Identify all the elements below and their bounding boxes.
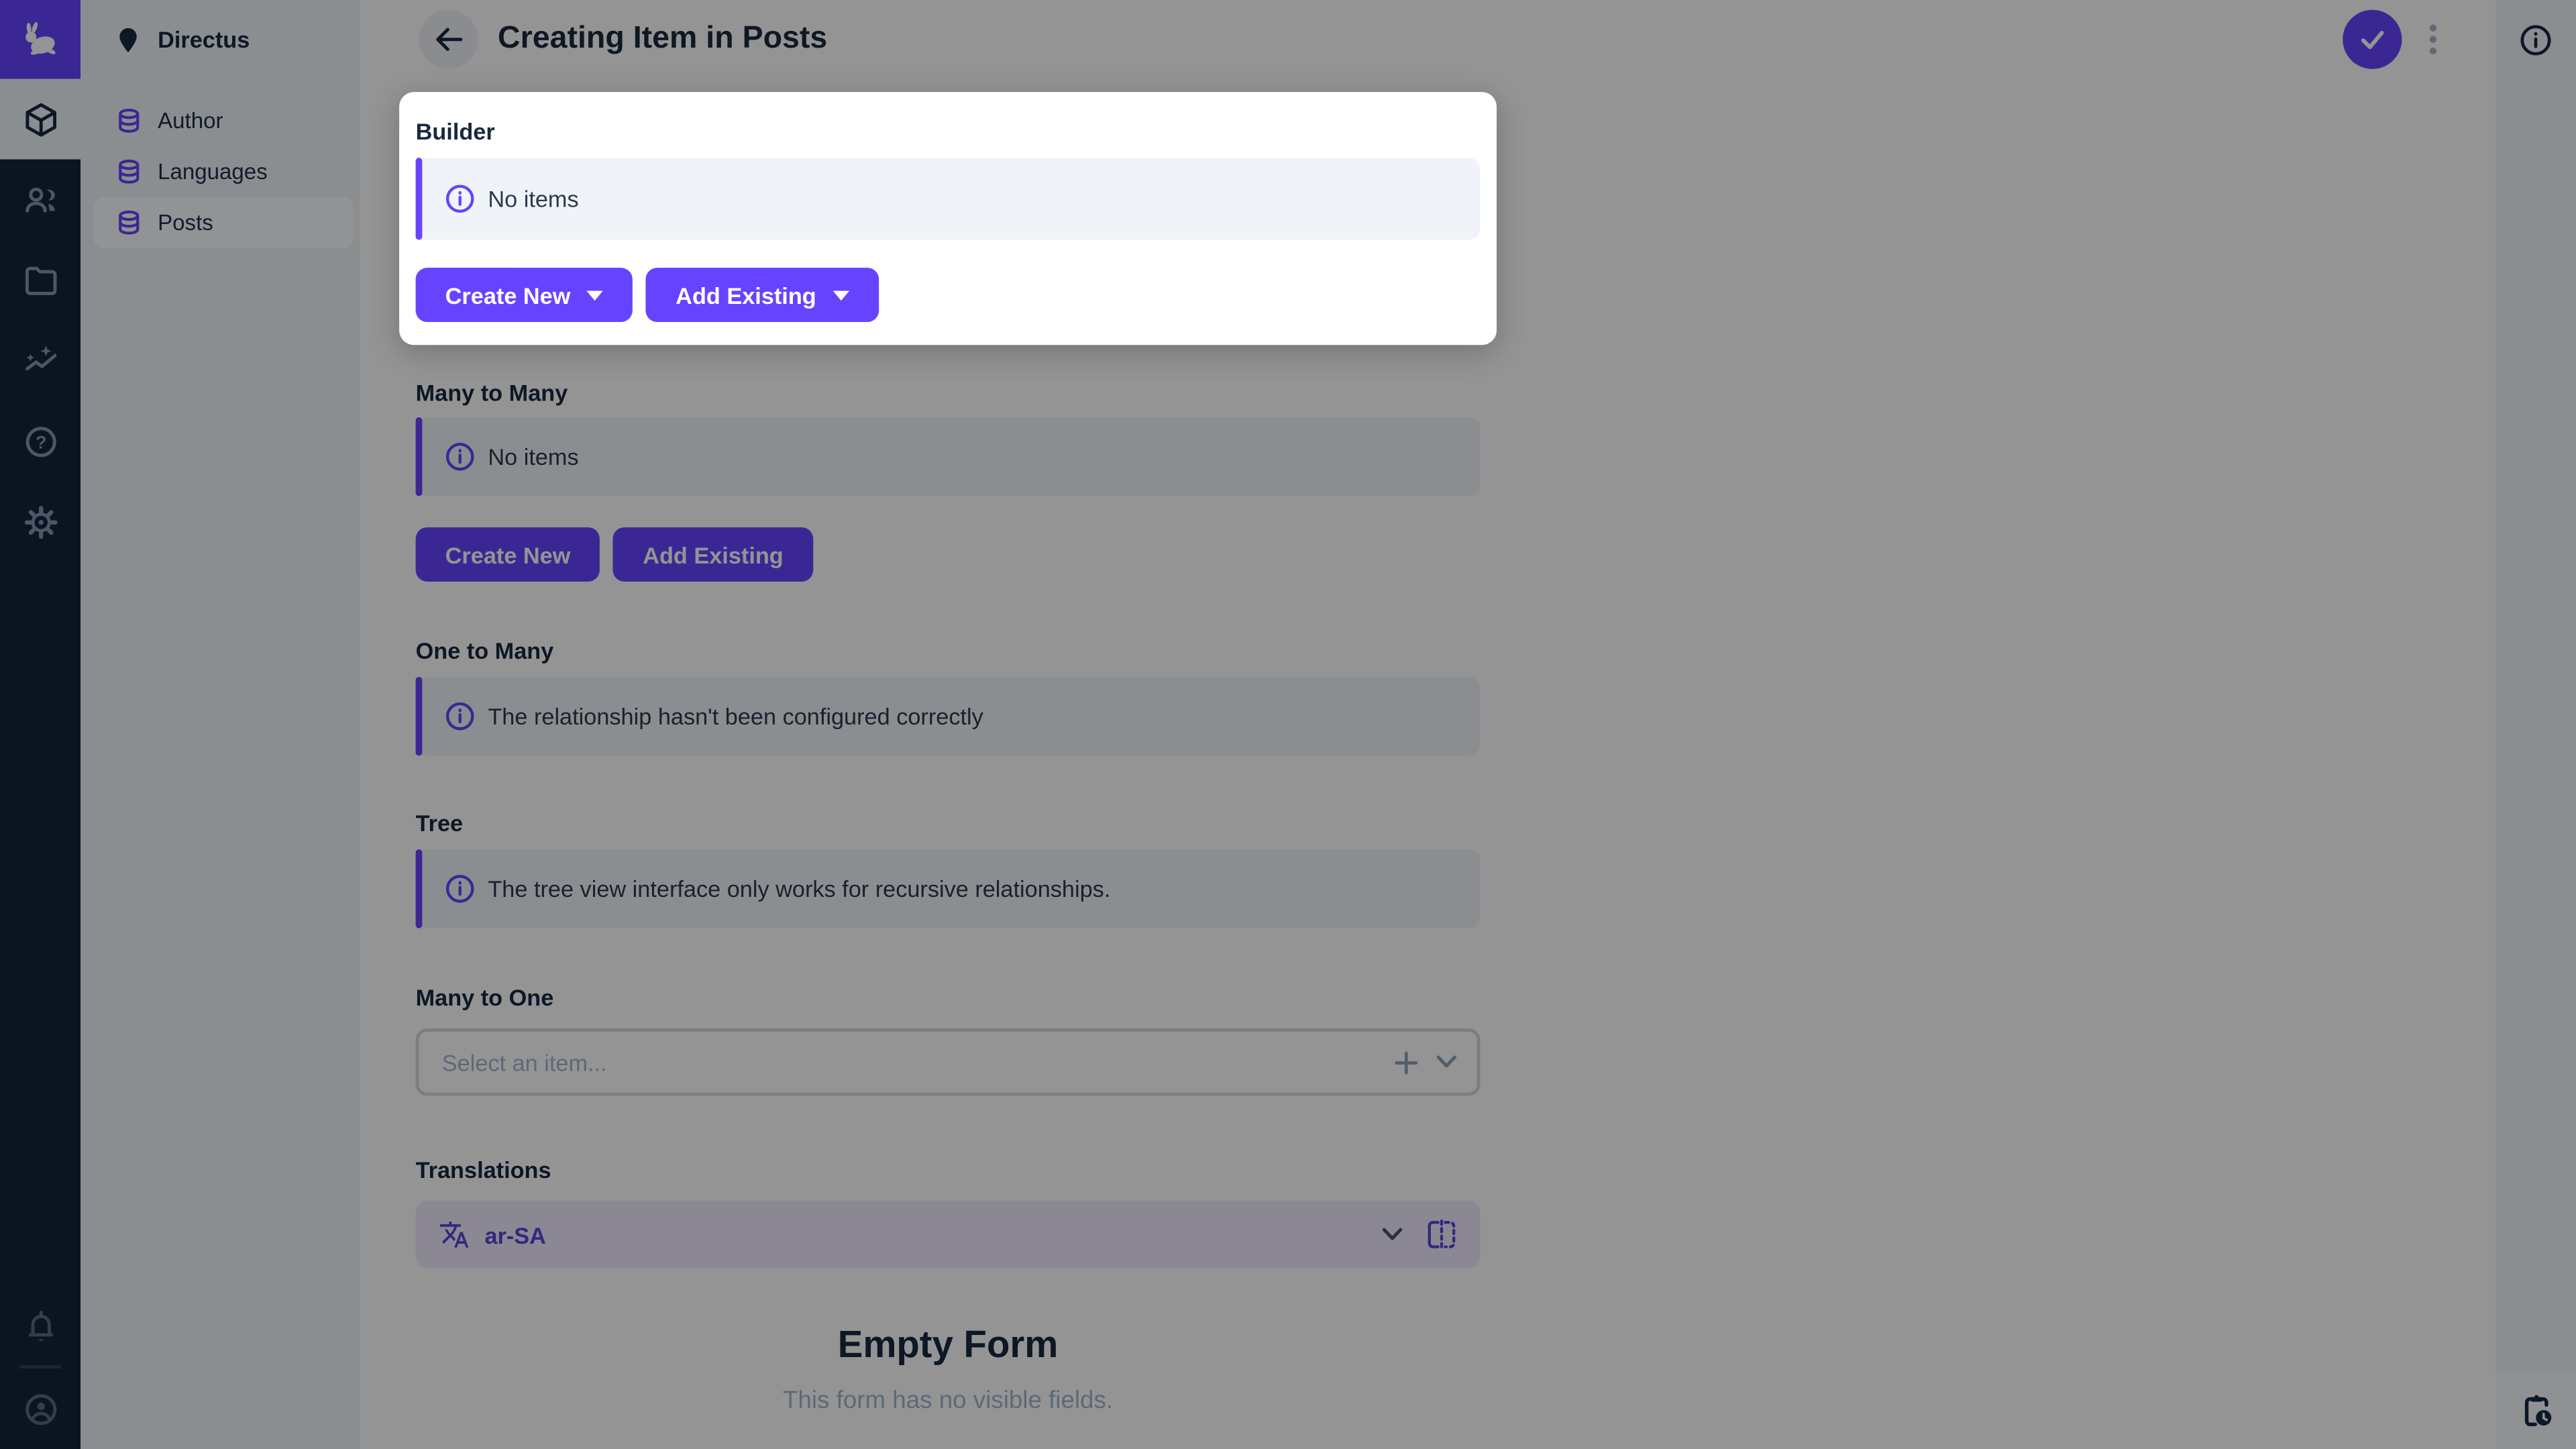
add-existing-button[interactable]: Add Existing xyxy=(646,268,879,322)
create-new-button[interactable]: Create New xyxy=(416,268,633,322)
field-label: Builder xyxy=(416,118,1481,144)
notice-accent-bar xyxy=(416,158,423,239)
notice-text: No items xyxy=(488,186,578,212)
directus-app: Creating Item in Posts Builder xyxy=(0,0,2576,1449)
field-builder: Builder No items Create New xyxy=(399,92,1497,345)
info-icon xyxy=(445,184,475,213)
chevron-down-icon xyxy=(833,290,849,300)
chevron-down-icon xyxy=(587,290,603,300)
builder-notice: No items xyxy=(416,158,1481,239)
builder-buttons: Create New Add Existing xyxy=(416,268,1481,322)
